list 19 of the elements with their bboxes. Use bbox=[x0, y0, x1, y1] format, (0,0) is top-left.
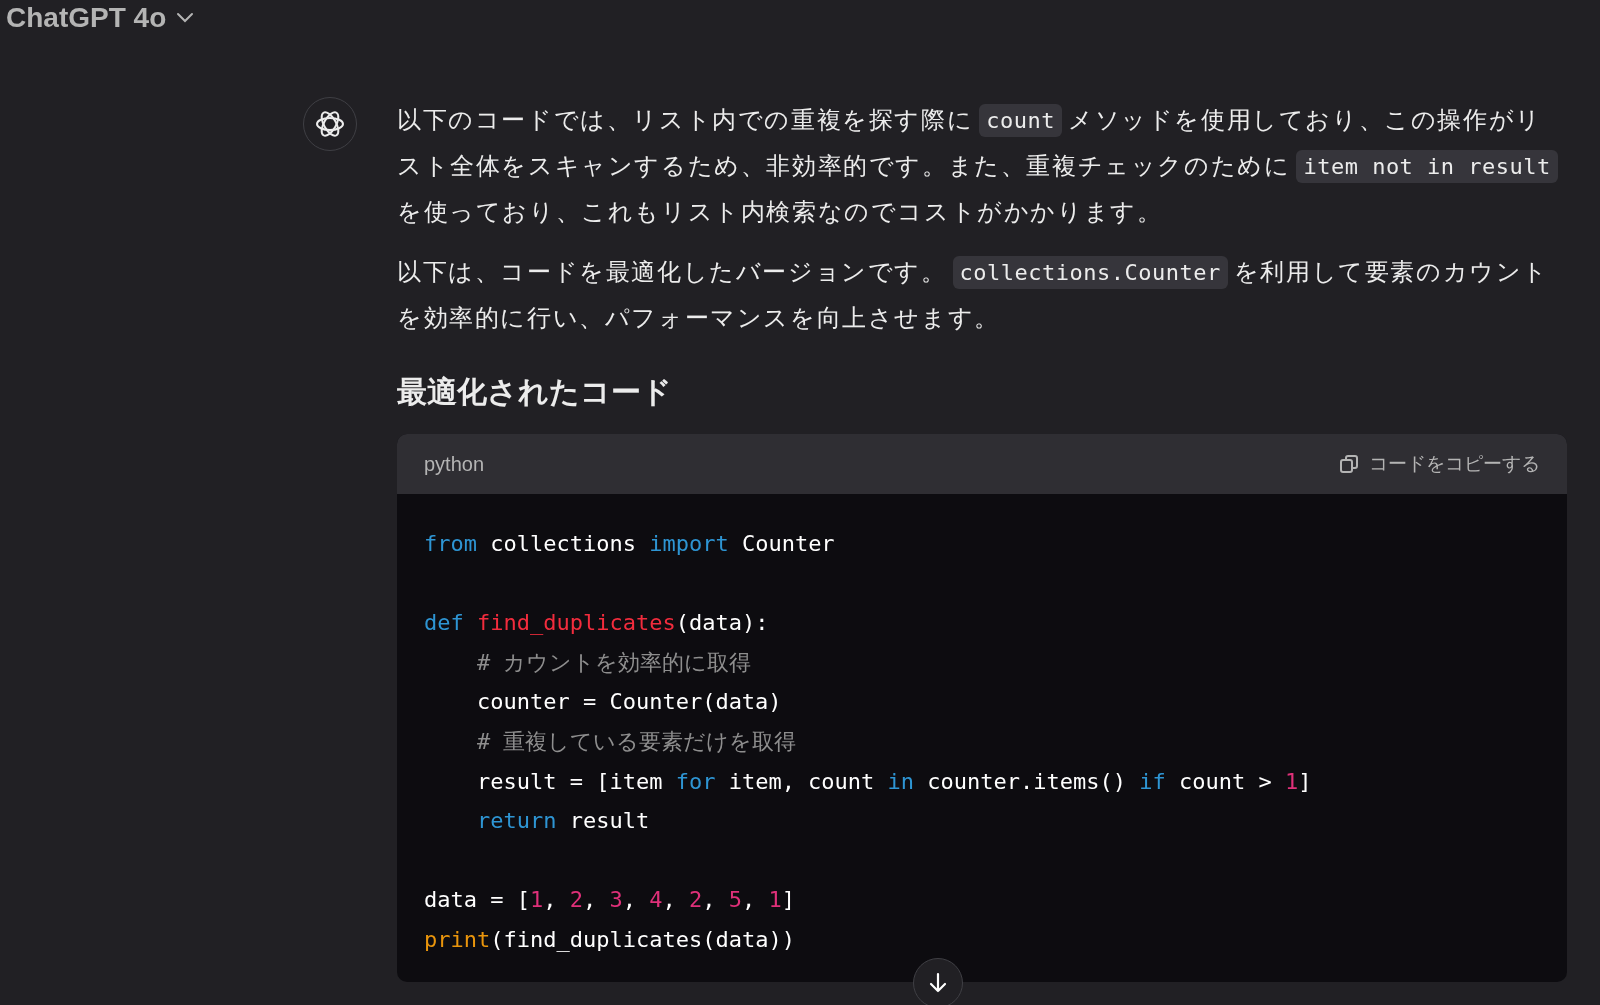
assistant-logo-icon bbox=[314, 108, 346, 140]
message-paragraph: 以下は、コードを最適化したバージョンです。 collections.Counter を利用して要素のカウントを効率的に行い、パフォーマンスを向上させます。 bbox=[397, 255, 1550, 334]
message-paragraph: 以下のコードでは、リスト内での重複を探す際に count メソッドを使用しており、この操作がリスト全体をスキャンするため、非効率的です。また、重複チェックのために item not in result を使っており、これもリスト内検索なのでコストがかかります。 bbox=[397, 97, 1567, 235]
code-line: print(find_duplicates(data)) bbox=[424, 925, 795, 954]
chevron-down-icon bbox=[176, 12, 195, 24]
code-line: return result bbox=[475, 807, 650, 836]
code-language-label: python bbox=[424, 452, 485, 476]
code-line: def find_duplicates(data): bbox=[424, 609, 769, 638]
code-line: # カウントを効率的に取得 bbox=[475, 648, 752, 677]
copy-code-button[interactable]: コードをコピーする bbox=[1339, 451, 1540, 477]
section-heading: 最適化されたコード bbox=[397, 373, 673, 411]
model-selector[interactable]: ChatGPT 4o bbox=[6, 2, 195, 34]
code-line: data = [1, 2, 3, 4, 2, 5, 1] bbox=[424, 886, 795, 915]
code-line: result = [item for item, count in counter.items() if count > 1] bbox=[475, 767, 1312, 796]
code-line: counter = Counter(data) bbox=[475, 688, 782, 717]
copy-icon bbox=[1339, 454, 1359, 474]
arrow-down-icon bbox=[928, 972, 948, 994]
code-line: # 重複している要素だけを取得 bbox=[475, 727, 797, 756]
code-line: from collections import Counter bbox=[424, 530, 835, 558]
